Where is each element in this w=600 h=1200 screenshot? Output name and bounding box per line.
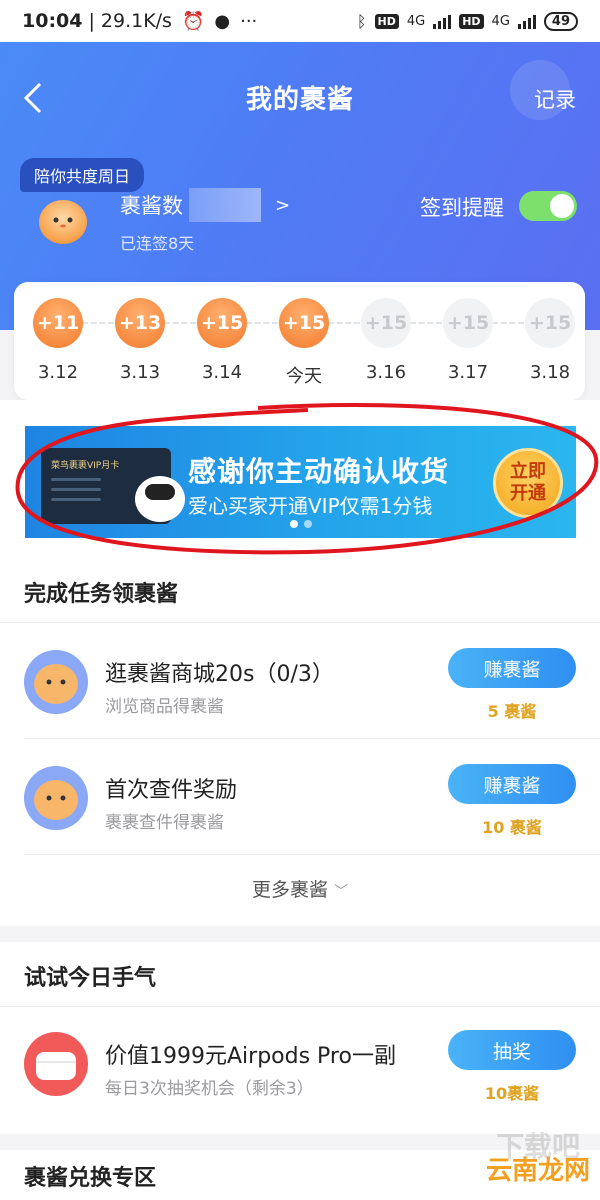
lucky-section: 试试今日手气 价值1999元Airpods Pro一副 每日3次抽奖机会（剩余3…	[0, 942, 600, 1134]
remind-label: 签到提醒	[420, 196, 504, 220]
sign-date: 3.16	[365, 362, 407, 383]
hd-badge-2: HD	[459, 13, 484, 29]
sign-date: 3.17	[447, 362, 489, 383]
sign-points: +13	[115, 298, 165, 348]
bird-mascot-icon	[135, 476, 185, 522]
status-net-speed: 29.1K/s	[100, 10, 172, 32]
draw-cost: 10裹酱	[484, 1084, 540, 1103]
sign-points: +11	[33, 298, 83, 348]
open-vip-label: 立即开通	[510, 461, 546, 504]
carousel-dot	[304, 520, 312, 528]
airpods-icon	[24, 1032, 88, 1096]
task-item: 逛裹酱商城20s（0/3） 浏览商品得裹酱 赚裹酱 5 裹酱	[0, 624, 600, 740]
sign-points: +15	[197, 298, 247, 348]
task-name: 首次查件奖励	[105, 778, 238, 803]
carousel-dot-active	[290, 520, 298, 528]
record-link[interactable]: 记录	[534, 84, 576, 114]
signal-icon-2	[517, 13, 536, 29]
remind-toggle[interactable]	[519, 191, 577, 221]
banner-subline: 爱心买家开通VIP仅需1分钱	[188, 494, 433, 518]
task-desc: 裹裹查件得裹酱	[105, 813, 224, 833]
sign-date: 今天	[286, 366, 322, 387]
mascot-avatar-icon	[39, 200, 87, 244]
more-glue-link[interactable]: 更多裹酱 ﹀	[0, 875, 600, 902]
more-glue-label: 更多裹酱	[251, 879, 328, 901]
network-type-1: 4G	[406, 13, 426, 29]
weekday-tag: 陪你共度周日	[20, 158, 145, 192]
sign-date: 3.18	[529, 362, 571, 383]
glue-count-value-blurred	[189, 188, 261, 222]
signin-card: +11 3.12 +13 3.13 +15 3.14 +15 今天 +15 3.16 +15 3.17…	[14, 282, 585, 400]
hd-badge-1: HD	[374, 13, 399, 29]
draw-button[interactable]: 抽奖	[448, 1030, 576, 1070]
sign-day: +13 3.13	[100, 298, 180, 383]
carousel-dots	[290, 520, 312, 528]
sign-points: +15	[525, 298, 575, 348]
alarm-icon: ⏰	[181, 10, 205, 32]
glue-count-row[interactable]: 裹酱数 >	[120, 188, 290, 222]
sign-day: +15 3.18	[510, 298, 590, 383]
toggle-knob	[550, 194, 574, 218]
sign-date: 3.12	[37, 362, 79, 383]
prize-name: 价值1999元Airpods Pro一副	[105, 1044, 396, 1069]
tasks-title: 完成任务领裹酱	[24, 582, 179, 607]
sign-day: +15 3.17	[428, 298, 508, 383]
earn-button[interactable]: 赚裹酱	[448, 648, 576, 688]
sign-date: 3.13	[119, 362, 161, 383]
chevron-down-icon: ﹀	[334, 884, 349, 900]
vip-card-title: 菜鸟裹裹VIP月卡	[51, 461, 120, 471]
divider	[24, 854, 600, 855]
card-line	[51, 478, 101, 481]
tasks-section: 完成任务领裹酱 逛裹酱商城20s（0/3） 浏览商品得裹酱 赚裹酱 5 裹酱 首…	[0, 560, 600, 926]
status-separator: |	[88, 10, 95, 32]
prize-desc: 每日3次抽奖机会（剩余3）	[105, 1079, 314, 1099]
task-reward: 5 裹酱	[487, 702, 537, 721]
mascot-avatar-icon	[24, 650, 88, 714]
signal-icon-1	[433, 13, 452, 29]
task-name: 逛裹酱商城20s（0/3）	[105, 662, 334, 687]
page-title: 我的裹酱	[245, 84, 354, 115]
task-item: 首次查件奖励 裹裹查件得裹酱 赚裹酱 10 裹酱	[0, 740, 600, 856]
banner-headline: 感谢你主动确认收货	[188, 455, 450, 488]
sign-day: +15 3.16	[346, 298, 426, 383]
sign-points: +15	[361, 298, 411, 348]
earn-button[interactable]: 赚裹酱	[448, 764, 576, 804]
lucky-title: 试试今日手气	[24, 966, 157, 991]
task-reward: 10 裹酱	[482, 818, 542, 837]
more-dots-icon: ···	[240, 10, 258, 32]
open-vip-button[interactable]: 立即开通	[493, 448, 563, 518]
card-line	[51, 488, 101, 491]
chevron-right-icon: >	[275, 194, 291, 216]
status-bar: 10:04 | 29.1K/s ⏰ ● ··· ᛒ HD 4G HD 4G 49	[0, 0, 600, 42]
glue-count-label: 裹酱数	[120, 194, 183, 218]
exchange-title: 裹酱兑换专区	[24, 1166, 157, 1191]
sign-streak: 已连签8天	[120, 234, 195, 253]
sign-date: 3.14	[201, 362, 243, 383]
status-time: 10:04	[22, 10, 83, 32]
network-type-2: 4G	[491, 13, 510, 29]
sign-points: +15	[279, 298, 329, 348]
globe-icon: ●	[214, 10, 231, 32]
lottery-item: 价值1999元Airpods Pro一副 每日3次抽奖机会（剩余3） 抽奖 10…	[0, 1006, 600, 1122]
nav-bar: 我的裹酱 记录	[0, 62, 600, 132]
sign-day: +15 3.14	[182, 298, 262, 383]
divider	[24, 738, 600, 739]
task-desc: 浏览商品得裹酱	[105, 697, 224, 717]
sign-day: +11 3.12	[18, 298, 98, 383]
sign-day: +15 今天	[264, 298, 344, 388]
mascot-avatar-icon	[24, 766, 88, 830]
bluetooth-icon: ᛒ	[356, 11, 367, 31]
battery-indicator: 49	[543, 11, 578, 31]
divider	[0, 622, 600, 623]
sign-points: +15	[443, 298, 493, 348]
site-watermark: 云南龙网	[485, 1156, 590, 1186]
back-arrow-icon[interactable]	[20, 80, 50, 116]
card-line	[51, 498, 101, 501]
